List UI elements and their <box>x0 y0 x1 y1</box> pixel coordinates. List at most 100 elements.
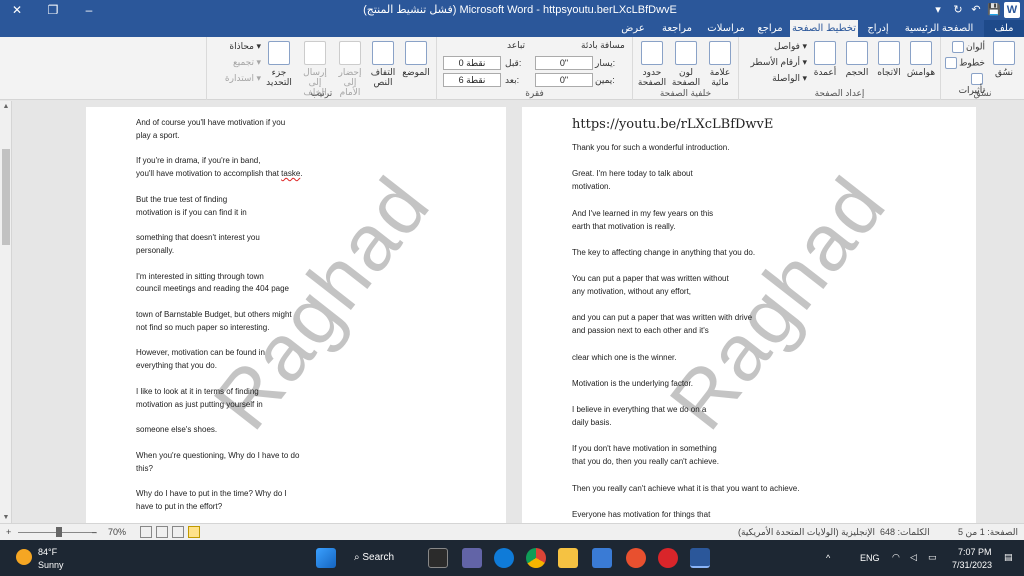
text-line: something that doesn't interest you <box>136 233 260 243</box>
page-setup-group: هوامش الاتجاه الحجم أعمدة فواصل ▾ أرقام … <box>738 37 940 100</box>
position-button[interactable]: الموضع <box>399 41 433 77</box>
selection-pane-button[interactable]: جزء التحديد <box>261 41 297 87</box>
page-setup-group-label: إعداد الصفحة <box>814 88 865 98</box>
page-color-button[interactable]: لون الصفحة <box>669 41 703 87</box>
document-page-left[interactable]: Raghad And of course you'll have motivat… <box>86 107 506 523</box>
taskbar: 84°F Sunny ⌕ Search ^ ENG ◠ ◁ ▭ 7:07 PM … <box>0 540 1024 576</box>
word-count[interactable]: الكلمات: 648 <box>880 527 930 538</box>
align-button[interactable]: محاذاة ▾ <box>209 41 261 51</box>
redo-icon[interactable]: ↻ <box>950 2 966 18</box>
page-borders-button[interactable]: حدود الصفحة <box>635 41 669 87</box>
edge-icon[interactable] <box>494 548 514 568</box>
fonts-icon <box>945 57 958 69</box>
spacing-before-input[interactable]: 0 نقطة <box>443 56 501 70</box>
misspelled-word[interactable]: taske <box>281 169 300 178</box>
position-icon <box>405 41 427 65</box>
restore-button[interactable]: ❐ <box>38 0 68 20</box>
tab-home[interactable]: الصفحة الرئيسية <box>898 20 980 37</box>
text-line: And I've learned in my few years on this <box>572 208 714 218</box>
indent-right-input[interactable]: 0" <box>535 73 593 87</box>
file-explorer-icon[interactable] <box>558 548 578 568</box>
spacing-before-label: قبل: <box>505 58 522 68</box>
columns-button[interactable]: أعمدة <box>809 41 841 77</box>
minimize-button[interactable]: – <box>74 0 104 20</box>
zoom-out-button[interactable]: – <box>92 527 97 537</box>
tab-page-layout[interactable]: تخطيط الصفحة <box>790 20 858 37</box>
customize-qat-icon[interactable]: ▾ <box>930 2 946 18</box>
show-hidden-icons[interactable]: ^ <box>826 553 830 563</box>
page-number[interactable]: الصفحة: 1 من 5 <box>958 527 1018 538</box>
text-line: council meetings and reading the 404 pag… <box>136 284 289 294</box>
indent-left-label: يسار: <box>595 58 616 68</box>
margins-button[interactable]: هوامش <box>905 41 937 77</box>
hyphenation-button[interactable]: الواصلة ▾ <box>743 73 807 83</box>
teams-icon[interactable] <box>462 548 482 568</box>
search-button[interactable]: ⌕ Search <box>354 548 414 568</box>
opera-icon[interactable] <box>658 548 678 568</box>
spacing-after-input[interactable]: 6 نقطة <box>443 73 501 87</box>
indent-left-input[interactable]: 0" <box>535 56 593 70</box>
tab-view[interactable]: عرض <box>614 20 652 37</box>
volume-icon[interactable]: ◁ <box>910 552 917 563</box>
text-line: But the true test of finding <box>136 194 228 204</box>
clock-date[interactable]: 7/31/2023 <box>952 560 992 570</box>
view-web-icon[interactable] <box>140 526 152 538</box>
word-taskbar-icon[interactable] <box>690 548 710 568</box>
notifications-icon[interactable]: ▤ <box>1004 552 1013 563</box>
tab-review[interactable]: مراجعة <box>654 20 700 37</box>
page-color-icon <box>675 41 697 65</box>
line-numbers-button[interactable]: أرقام الأسطر ▾ <box>743 57 807 67</box>
breaks-button[interactable]: فواصل ▾ <box>743 41 807 51</box>
text-line: someone else's shoes. <box>136 425 218 435</box>
zoom-level[interactable]: 70% <box>108 527 126 537</box>
zoom-in-button[interactable]: + <box>6 527 11 537</box>
page-borders-label: حدود الصفحة <box>637 67 667 87</box>
task-view-icon[interactable] <box>428 548 448 568</box>
watermark-button[interactable]: علامة مائية <box>703 41 737 87</box>
scroll-up-icon[interactable]: ▲ <box>0 103 12 110</box>
document-page-right[interactable]: https://youtu.be/rLXcLBfDwvE Raghad Than… <box>522 107 976 523</box>
close-button[interactable]: ✕ <box>2 0 32 20</box>
themes-button[interactable]: نسُق <box>987 41 1021 77</box>
zoom-slider-thumb[interactable] <box>56 527 62 537</box>
tab-insert[interactable]: إدراج <box>860 20 896 37</box>
undo-icon[interactable]: ↶ <box>968 2 984 18</box>
chrome-icon[interactable] <box>526 548 546 568</box>
clock-time[interactable]: 7:07 PM <box>958 547 992 557</box>
wifi-icon[interactable]: ◠ <box>892 552 900 563</box>
arrange-group-label: ترتيب <box>310 88 333 98</box>
group-button[interactable]: تجميع ▾ <box>209 57 261 67</box>
save-icon[interactable]: 💾 <box>986 2 1002 18</box>
orientation-button[interactable]: الاتجاه <box>873 41 905 77</box>
tab-file[interactable]: ملف <box>984 20 1024 37</box>
scroll-down-icon[interactable]: ▼ <box>0 514 12 521</box>
view-print-layout-icon[interactable] <box>188 526 200 538</box>
orientation-icon <box>878 41 900 65</box>
weather-condition[interactable]: Sunny <box>38 560 64 571</box>
ribbon: نسُق ألوان خطوط تأثيرات نسُق هوامش الاتج… <box>0 37 1024 100</box>
windows-start-icon[interactable] <box>316 548 336 568</box>
fonts-button[interactable]: خطوط <box>943 57 985 69</box>
scrollbar-thumb[interactable] <box>2 149 10 245</box>
size-button[interactable]: الحجم <box>841 41 873 77</box>
themes-group-label: نسُق <box>973 88 992 98</box>
wrap-text-button[interactable]: التفاف النص <box>367 41 399 87</box>
weather-temperature[interactable]: 84°F <box>38 547 57 558</box>
battery-icon[interactable]: ▭ <box>928 552 937 563</box>
store-icon[interactable] <box>592 548 612 568</box>
vertical-scrollbar[interactable]: ▲ ▼ <box>0 101 12 523</box>
text-line: I'm interested in sitting through town <box>136 271 264 281</box>
document-link[interactable]: https://youtu.be/rLXcLBfDwvE <box>572 117 773 132</box>
language-status[interactable]: الإنجليزية (الولايات المتحدة الأمريكية) <box>738 527 875 538</box>
colors-button[interactable]: ألوان <box>943 41 985 53</box>
ribbon-tabs: ملف الصفحة الرئيسية إدراج تخطيط الصفحة م… <box>0 20 1024 37</box>
rotate-button[interactable]: استدارة ▾ <box>209 73 261 83</box>
app-icon[interactable] <box>626 548 646 568</box>
text-line: I believe in everything that we do on a <box>572 405 707 414</box>
tab-mailings[interactable]: مراسلات <box>702 20 750 37</box>
view-outline-icon[interactable] <box>156 526 168 538</box>
tab-references[interactable]: مراجع <box>752 20 788 37</box>
view-draft-icon[interactable] <box>172 526 184 538</box>
paragraph-group-label: فقرة <box>525 88 544 98</box>
input-language[interactable]: ENG <box>860 553 880 563</box>
